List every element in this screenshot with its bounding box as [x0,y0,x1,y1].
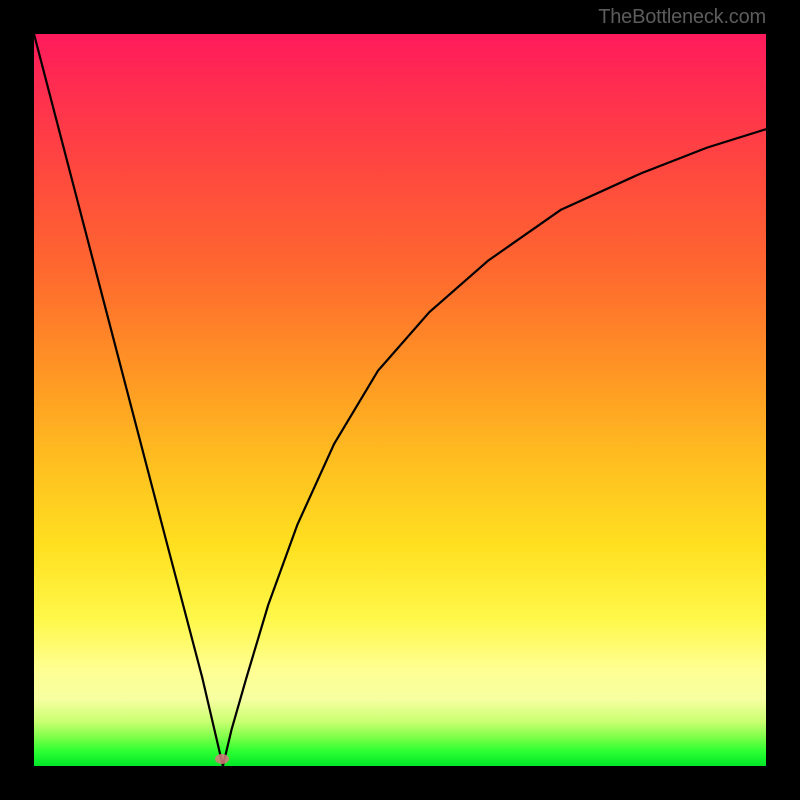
bottleneck-curve [34,34,766,766]
minimum-marker-icon [215,754,229,764]
chart-container: TheBottleneck.com [0,0,800,800]
attribution-text: TheBottleneck.com [598,6,766,29]
plot-area [34,34,766,766]
